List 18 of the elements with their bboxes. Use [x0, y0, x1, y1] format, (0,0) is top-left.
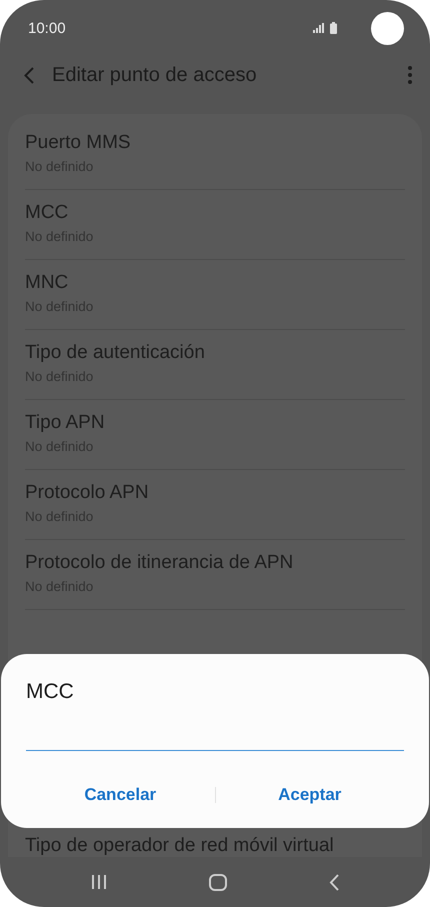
- dialog-button[interactable]: Aceptar: [216, 777, 404, 813]
- setting-title[interactable]: Protocolo de itinerancia de APN: [25, 552, 405, 574]
- status-time: 10:00: [28, 20, 67, 36]
- dialog-title: MCC: [26, 680, 75, 704]
- recent-apps-icon[interactable]: [91, 874, 107, 890]
- camera-hole: [371, 12, 404, 44]
- setting-title[interactable]: Protocolo APN: [25, 482, 405, 504]
- signal-icon: [313, 23, 324, 33]
- home-icon[interactable]: [209, 874, 227, 890]
- dialog-button[interactable]: Cancelar: [26, 777, 214, 813]
- battery-icon: [330, 22, 337, 34]
- setting-title[interactable]: Tipo de operador de red móvil virtual: [25, 835, 405, 857]
- setting-title[interactable]: Tipo APN: [25, 412, 405, 434]
- setting-title[interactable]: MNC: [25, 272, 405, 294]
- setting-title[interactable]: Tipo de autenticación: [25, 342, 405, 364]
- setting-title[interactable]: MCC: [25, 202, 405, 224]
- setting-title[interactable]: Puerto MMS: [25, 132, 405, 154]
- page-title: Editar punto de acceso: [52, 64, 258, 86]
